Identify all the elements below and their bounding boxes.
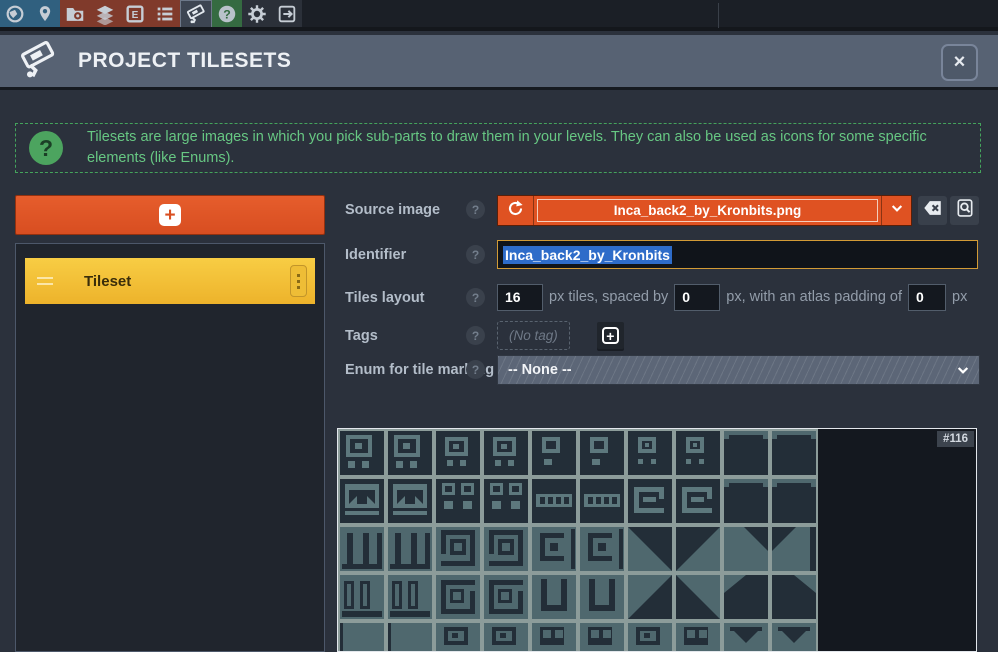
locate-image-button[interactable] [950, 196, 979, 225]
enum-select[interactable]: -- None -- [497, 355, 980, 385]
add-tag-button[interactable]: + [597, 322, 624, 349]
tile-spacing-input[interactable]: 0 [674, 284, 720, 311]
enums-button[interactable]: E [120, 0, 150, 27]
add-tileset-button[interactable]: + [15, 195, 325, 235]
source-image-dropdown-button[interactable] [881, 196, 911, 225]
layers-icon [94, 3, 116, 25]
tileset-image [338, 429, 818, 652]
help-icon[interactable]: ? [466, 200, 485, 219]
tags-row: (No tag) + [497, 321, 624, 350]
help-icon[interactable]: ? [466, 288, 485, 307]
ldtk-project-tilesets-window: E ? PROJECT TILESETS × ? Tilesets are la… [0, 0, 998, 652]
backspace-clear-icon [922, 197, 944, 224]
layers-button[interactable] [90, 0, 120, 27]
list-icon [154, 3, 176, 25]
svg-text:E: E [132, 10, 139, 21]
no-tag-placeholder[interactable]: (No tag) [497, 321, 570, 350]
chevron-down-icon [889, 200, 905, 221]
tiles-layout-row: 16 px tiles, spaced by 0 px, with an atl… [497, 283, 967, 311]
reload-image-button[interactable] [498, 196, 534, 225]
tileset-list-panel: Tileset [15, 243, 325, 652]
top-toolbar: E ? [0, 0, 998, 31]
refresh-icon [506, 199, 525, 223]
plus-icon: + [602, 327, 619, 344]
source-image-filename[interactable]: Inca_back2_by_Kronbits.png [537, 199, 878, 222]
e-box-icon: E [124, 3, 146, 25]
panel-header: PROJECT TILESETS × [0, 35, 998, 90]
help-icon[interactable]: ? [466, 360, 485, 379]
drag-handle-icon[interactable] [37, 277, 53, 285]
help-button[interactable]: ? [212, 0, 242, 27]
level-list-button[interactable] [150, 0, 180, 27]
tiles-layout-text2: px, with an atlas padding of [726, 289, 902, 305]
world-button[interactable] [0, 0, 30, 27]
magnifier-icon [955, 198, 975, 223]
close-button[interactable]: × [941, 44, 978, 81]
tile-size-input[interactable]: 16 [497, 284, 543, 311]
tileset-list-item-selected[interactable]: Tileset [25, 258, 315, 304]
atlas-padding-input[interactable]: 0 [908, 284, 946, 311]
identifier-label: Identifier [345, 247, 406, 263]
tilesets-button-active[interactable] [180, 0, 212, 27]
paint-roller-icon [185, 3, 207, 25]
globe-icon [4, 3, 26, 25]
tileset-preview[interactable]: #116 [337, 428, 977, 652]
paint-roller-icon [16, 38, 60, 85]
help-icon[interactable]: ? [466, 245, 485, 264]
tile-count-badge: #116 [937, 431, 974, 447]
identifier-value-selected: Inca_back2_by_Kronbits [503, 246, 672, 264]
clear-image-button[interactable] [918, 196, 947, 225]
toolbar-separator [718, 3, 719, 28]
help-text: Tilesets are large images in which you p… [87, 127, 967, 169]
tiles-layout-label: Tiles layout [345, 290, 425, 306]
question-circle-icon: ? [216, 3, 238, 25]
folder-gear-icon [64, 3, 86, 25]
svg-text:?: ? [223, 7, 231, 21]
gear-icon [246, 3, 268, 25]
source-image-label: Source image [345, 202, 440, 218]
enum-select-value: -- None -- [508, 362, 572, 378]
chevron-down-icon [955, 362, 971, 378]
settings-button[interactable] [242, 0, 272, 27]
exit-button[interactable] [272, 0, 302, 27]
tags-label: Tags [345, 328, 378, 344]
question-circle-icon: ? [29, 131, 63, 165]
identifier-input[interactable]: Inca_back2_by_Kronbits [497, 240, 978, 269]
tiles-layout-text3: px [952, 289, 967, 305]
help-note: ? Tilesets are large images in which you… [15, 123, 981, 173]
tileset-item-label: Tileset [84, 273, 131, 290]
help-icon[interactable]: ? [466, 326, 485, 345]
levels-button[interactable] [30, 0, 60, 27]
tiles-layout-text1: px tiles, spaced by [549, 289, 668, 305]
item-menu-button[interactable] [290, 265, 307, 297]
map-pin-icon [35, 4, 55, 24]
page-title: PROJECT TILESETS [78, 49, 291, 73]
plus-icon: + [159, 204, 181, 226]
exit-door-icon [276, 3, 298, 25]
project-settings-button[interactable] [60, 0, 90, 27]
source-image-widget: Inca_back2_by_Kronbits.png [497, 195, 912, 226]
